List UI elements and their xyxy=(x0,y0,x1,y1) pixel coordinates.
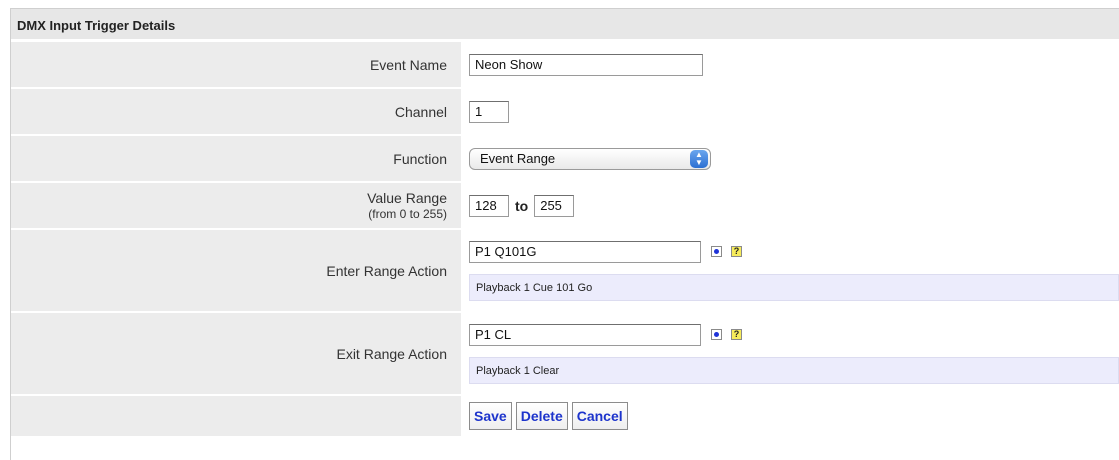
enter-action-row: Enter Range Action ? Playback 1 Cue 101 … xyxy=(11,230,1119,311)
range-to-input[interactable] xyxy=(534,194,575,217)
enter-action-label-text: Enter Range Action xyxy=(326,262,447,279)
value-range-label-text: Value Range xyxy=(367,190,447,206)
help-icon[interactable]: ? xyxy=(731,246,742,257)
select-arrows-icon: ▲ ▼ xyxy=(690,149,708,168)
buttons-cell: Save Delete Cancel xyxy=(461,396,1119,436)
function-value-cell: Event Range ▲ ▼ xyxy=(461,136,1119,181)
channel-label: Channel xyxy=(11,89,461,134)
cancel-button[interactable]: Cancel xyxy=(571,402,628,430)
function-label: Function xyxy=(11,136,461,181)
channel-value-cell xyxy=(461,89,1119,134)
function-select-value: Event Range xyxy=(480,151,556,166)
range-to-label: to xyxy=(515,197,529,214)
function-select[interactable]: Event Range ▲ ▼ xyxy=(469,147,711,170)
dot-select-icon[interactable] xyxy=(711,329,722,340)
exit-action-label-text: Exit Range Action xyxy=(336,345,447,362)
dot-select-icon[interactable] xyxy=(711,246,722,257)
trigger-details-panel: DMX Input Trigger Details Event Name Cha… xyxy=(10,8,1119,460)
value-range-sublabel: (from 0 to 255) xyxy=(368,207,447,221)
help-icon[interactable]: ? xyxy=(731,329,742,340)
function-row: Function Event Range ▲ ▼ xyxy=(11,136,1119,181)
event-name-label: Event Name xyxy=(11,42,461,87)
event-name-value-cell xyxy=(461,42,1119,87)
enter-action-description: Playback 1 Cue 101 Go xyxy=(469,273,1119,301)
event-name-row: Event Name xyxy=(11,42,1119,87)
enter-action-value-cell: ? Playback 1 Cue 101 Go xyxy=(461,230,1119,311)
channel-row: Channel xyxy=(11,89,1119,134)
event-name-input[interactable] xyxy=(469,53,703,76)
save-button[interactable]: Save xyxy=(469,402,512,430)
enter-action-input[interactable] xyxy=(469,240,701,263)
exit-action-label: Exit Range Action xyxy=(11,313,461,394)
value-range-label: Value Range (from 0 to 255) xyxy=(11,183,461,228)
exit-action-value-cell: ? Playback 1 Clear xyxy=(461,313,1119,394)
exit-action-row: Exit Range Action ? Playback 1 Clear xyxy=(11,313,1119,394)
channel-label-text: Channel xyxy=(394,103,447,120)
function-label-text: Function xyxy=(393,150,447,167)
exit-action-description: Playback 1 Clear xyxy=(469,356,1119,384)
channel-input[interactable] xyxy=(469,100,509,123)
exit-action-input[interactable] xyxy=(469,323,701,346)
value-range-row: Value Range (from 0 to 255) to xyxy=(11,183,1119,228)
delete-button[interactable]: Delete xyxy=(515,402,568,430)
section-title: DMX Input Trigger Details xyxy=(11,9,1119,40)
buttons-label-cell xyxy=(11,396,461,436)
range-from-input[interactable] xyxy=(469,194,509,217)
value-range-value-cell: to xyxy=(461,183,1119,228)
event-name-label-text: Event Name xyxy=(369,56,447,73)
buttons-row: Save Delete Cancel xyxy=(11,396,1119,436)
enter-action-label: Enter Range Action xyxy=(11,230,461,311)
